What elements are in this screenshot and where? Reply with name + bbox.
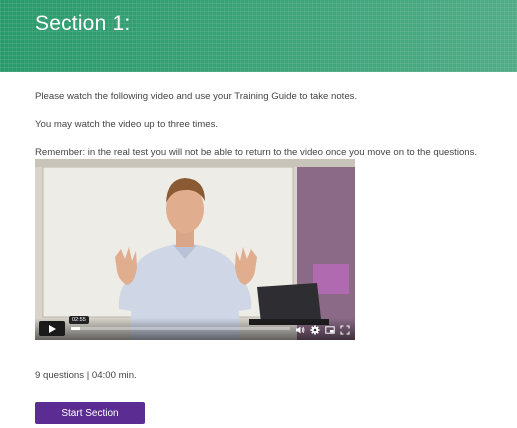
page: Section 1: Please watch the following vi… [0, 0, 517, 428]
instruction-watch-limit: You may watch the video up to three time… [35, 119, 219, 130]
instruction-reminder: Remember: in the real test you will not … [35, 147, 478, 158]
picture-in-picture-icon[interactable] [325, 325, 335, 335]
instruction-watch-video: Please watch the following video and use… [35, 91, 358, 102]
seek-time-tooltip: 02:55 [69, 316, 89, 324]
gear-icon[interactable] [310, 325, 320, 335]
video-progress-fill [71, 327, 80, 330]
video-ceiling [35, 159, 355, 167]
video-wall-sign [313, 264, 349, 294]
section-header-banner: Section 1: [0, 0, 517, 72]
video-progress-bar[interactable] [71, 327, 290, 330]
play-button[interactable] [39, 321, 65, 336]
video-laptop [257, 283, 321, 323]
play-icon [49, 325, 56, 333]
fullscreen-icon[interactable] [340, 325, 350, 335]
start-section-button[interactable]: Start Section [35, 402, 145, 424]
video-player[interactable]: 02:55 [35, 159, 355, 340]
section-title: Section 1: [35, 12, 131, 35]
volume-icon[interactable] [295, 325, 305, 335]
video-frame [35, 159, 355, 340]
section-meta-info: 9 questions | 04:00 min. [35, 370, 137, 381]
video-controls-bar: 02:55 [35, 316, 355, 340]
